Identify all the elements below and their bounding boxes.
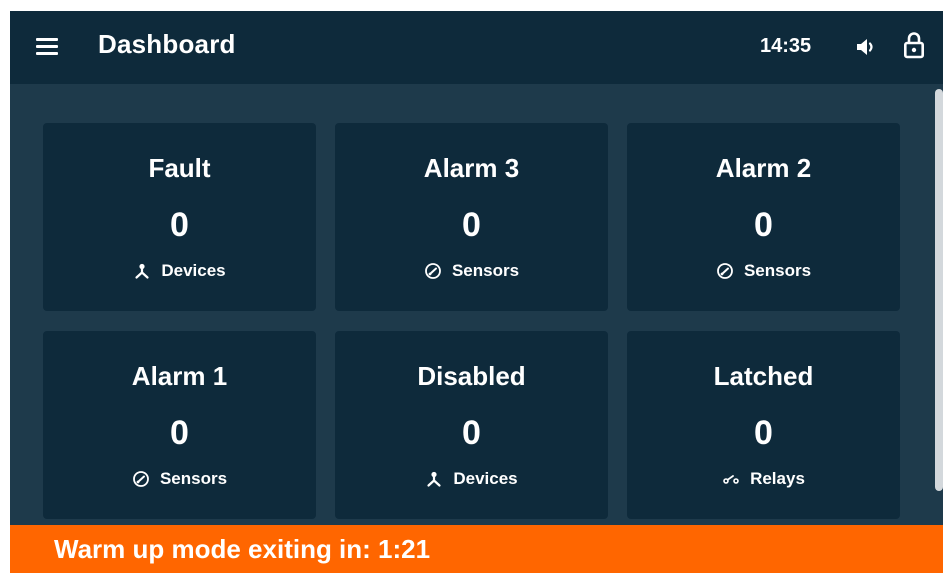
card-count: 0 <box>754 206 773 244</box>
status-card-alarm-2[interactable]: Alarm 2 0 Sensors <box>627 123 900 311</box>
devices-icon <box>133 262 151 280</box>
warmup-status-text: Warm up mode exiting in: 1:21 <box>54 534 431 564</box>
scrollbar[interactable] <box>935 89 943 491</box>
card-subtitle-row: Devices <box>43 261 316 281</box>
card-subtitle: Relays <box>750 469 805 488</box>
hamburger-menu-icon[interactable] <box>36 38 58 56</box>
card-count: 0 <box>170 206 189 244</box>
card-title: Alarm 2 <box>715 153 812 183</box>
card-count: 0 <box>754 414 773 452</box>
gauge-icon <box>424 262 442 280</box>
card-subtitle-row: Sensors <box>335 261 608 281</box>
gauge-icon <box>132 470 150 488</box>
card-subtitle-row: Devices <box>335 469 608 489</box>
card-title: Fault <box>148 153 211 183</box>
status-card-latched[interactable]: Latched 0 Relays <box>627 331 900 519</box>
card-subtitle: Sensors <box>451 261 520 280</box>
card-title: Disabled <box>417 361 526 391</box>
card-subtitle-row: Sensors <box>627 261 900 281</box>
relay-icon <box>722 470 740 488</box>
card-title: Alarm 1 <box>131 361 228 391</box>
card-subtitle-row: Relays <box>627 469 900 489</box>
card-count: 0 <box>462 206 481 244</box>
speaker-icon[interactable] <box>855 35 879 59</box>
card-title: Latched <box>713 361 814 391</box>
status-card-alarm-1[interactable]: Alarm 1 0 Sensors <box>43 331 316 519</box>
card-count: 0 <box>170 414 189 452</box>
clock-time: 14:35 <box>760 35 812 57</box>
card-subtitle: Sensors <box>159 469 228 488</box>
card-subtitle: Sensors <box>743 261 812 280</box>
card-subtitle: Devices <box>453 469 518 488</box>
devices-icon <box>425 470 443 488</box>
page-title: Dashboard <box>98 29 236 59</box>
card-count: 0 <box>462 414 481 452</box>
top-app-bar: Dashboard 14:35 <box>10 11 943 84</box>
status-card-fault[interactable]: Fault 0 Devices <box>43 123 316 311</box>
app-window: Dashboard 14:35 Fault 0 Devices Alarm 3 … <box>10 11 943 573</box>
warmup-status-banner: Warm up mode exiting in: 1:21 <box>10 525 943 573</box>
card-title: Alarm 3 <box>423 153 520 183</box>
card-subtitle-row: Sensors <box>43 469 316 489</box>
gauge-icon <box>716 262 734 280</box>
status-card-disabled[interactable]: Disabled 0 Devices <box>335 331 608 519</box>
status-card-alarm-3[interactable]: Alarm 3 0 Sensors <box>335 123 608 311</box>
card-subtitle: Devices <box>161 261 226 280</box>
lock-icon[interactable] <box>903 31 925 59</box>
